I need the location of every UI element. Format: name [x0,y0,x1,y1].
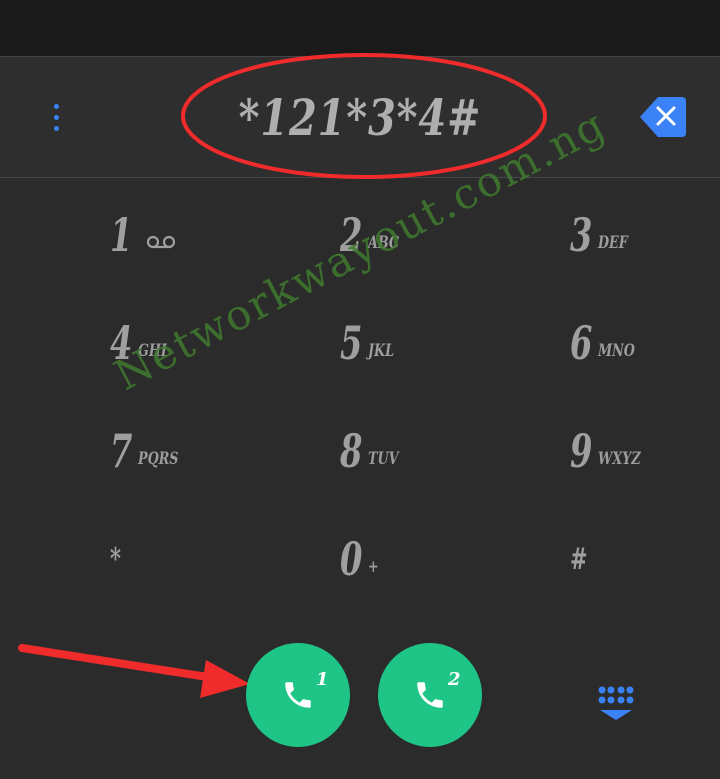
key-digit: 9 [570,424,593,478]
key-5[interactable]: 5 JKL [340,298,540,388]
key-star[interactable]: * [110,514,310,604]
key-7[interactable]: 7 PQRS [110,406,310,496]
key-digit: 8 [340,424,363,478]
key-3[interactable]: 3 DEF [570,190,720,280]
key-4[interactable]: 4 GHI [110,298,310,388]
key-digit: 7 [110,424,133,478]
key-letters: TUV [368,449,399,469]
key-8[interactable]: 8 TUV [340,406,540,496]
key-digit: 5 [340,316,363,370]
phone-icon [417,682,443,708]
dialpad-toggle-button[interactable] [594,684,638,724]
voicemail-icon [146,235,176,249]
key-0[interactable]: 0 + [340,514,540,604]
key-6[interactable]: 6 MNO [570,298,720,388]
dial-header: *121*3*4# [0,57,720,178]
key-letters: MNO [598,341,635,361]
call-sim2-button[interactable]: 2 [378,643,482,747]
menu-dot [53,114,59,120]
overflow-menu-button[interactable] [40,95,72,139]
key-letters: + [368,557,379,577]
keypad: 1 2 ABC 3 DEF 4 GHI 5 JKL 6 MNO 7 PQRS 8… [0,180,720,620]
key-digit: 2 [340,208,363,262]
key-letters: WXYZ [598,449,641,469]
key-2[interactable]: 2 ABC [340,190,540,280]
menu-dot [53,125,59,131]
backspace-button[interactable] [636,94,688,140]
key-letters: JKL [368,341,395,361]
key-digit: 6 [570,316,593,370]
key-digit: 0 [340,532,363,586]
menu-dot [53,103,59,109]
call-sim1-button[interactable]: 1 [246,643,350,747]
dialed-number[interactable]: *121*3*4# [216,81,504,153]
sim-label: 2 [448,669,461,690]
key-digit: * [110,541,121,577]
key-1[interactable]: 1 [110,190,310,280]
key-letters: GHI [138,341,167,361]
key-digit: 3 [570,208,593,262]
key-digit: 4 [110,316,133,370]
red-arrow-annotation [18,644,250,698]
key-letters: DEF [598,233,628,253]
dialpad-icon [598,686,634,720]
key-digit: 1 [110,208,133,262]
phone-icon [285,682,311,708]
key-9[interactable]: 9 WXYZ [570,406,720,496]
sim-label: 1 [316,669,329,690]
key-digit: # [570,541,588,577]
status-bar [0,0,720,57]
key-letters: ABC [368,233,400,253]
key-letters: PQRS [138,449,179,469]
key-hash[interactable]: # [570,514,720,604]
